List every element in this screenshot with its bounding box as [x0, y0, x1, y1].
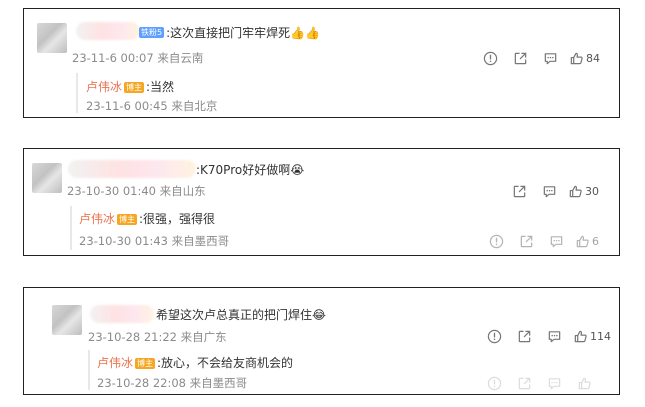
location: 来自山东: [159, 184, 206, 198]
report-icon[interactable]: [479, 374, 509, 392]
comment-text: :这次直接把门牢牢焊死: [166, 26, 291, 40]
comment-text: :K70Pro好好做啊: [196, 163, 291, 177]
crying-emoji: 😭: [290, 163, 305, 177]
laughing-emoji: 😂: [312, 308, 327, 322]
like-icon[interactable]: 114: [573, 327, 611, 345]
reply-divider: [88, 350, 90, 390]
reply-line: 卢伟冰 博主:放心，不会给友商机会的: [97, 354, 293, 371]
share-icon[interactable]: [509, 374, 539, 392]
share-icon[interactable]: [505, 49, 535, 67]
reply-author[interactable]: 卢伟冰: [86, 80, 122, 94]
comment-actions: 30: [504, 182, 599, 200]
like-count: 30: [585, 184, 599, 198]
reply-divider: [76, 73, 78, 113]
reply-actions: 6: [481, 232, 599, 250]
comment-icon[interactable]: [541, 232, 571, 250]
author-badge: 博主: [124, 82, 145, 93]
share-icon[interactable]: [511, 232, 541, 250]
like-icon[interactable]: 84: [569, 49, 600, 67]
comment-actions: 114: [479, 327, 611, 345]
comment-icon[interactable]: [539, 374, 569, 392]
author-badge: 博主: [135, 358, 156, 369]
comment-line: 铁粉5:这次直接把门牢牢焊死👍👍: [139, 24, 320, 41]
like-icon[interactable]: 30: [568, 182, 599, 200]
reply-author[interactable]: 卢伟冰: [79, 212, 115, 226]
reply-text: :放心，不会给友商机会的: [157, 356, 294, 370]
timestamp: 23-10-28 22:08: [97, 376, 186, 390]
blurred-username[interactable]: [76, 22, 140, 40]
timestamp: 23-11-6 00:45: [86, 99, 168, 113]
location: 来自广东: [180, 330, 227, 344]
comment-card: 希望这次卢总真正的把门焊住😂 23-10-28 21:22 来自广东 114 卢…: [23, 287, 620, 395]
reply-divider: [70, 206, 72, 250]
report-icon[interactable]: [475, 49, 505, 67]
reply-author[interactable]: 卢伟冰: [97, 356, 133, 370]
timestamp: 23-10-30 01:43: [79, 234, 168, 248]
like-count: 84: [586, 51, 600, 65]
comment-card: 铁粉5:这次直接把门牢牢焊死👍👍 23-11-6 00:07 来自云南 84 卢…: [23, 8, 620, 118]
blurred-username[interactable]: [68, 160, 196, 178]
comment-meta: 23-10-30 01:40 来自山东: [67, 183, 206, 199]
like-icon[interactable]: 6: [575, 232, 599, 250]
reply-line: 卢伟冰 博主:很强，强得很: [79, 210, 215, 227]
thumbs-up-emoji: 👍👍: [290, 26, 321, 40]
reply-text: :很强，强得很: [139, 212, 216, 226]
reply-actions: [479, 374, 599, 392]
reply-meta: 23-10-28 22:08 来自墨西哥: [97, 375, 247, 391]
location: 来自北京: [171, 99, 218, 113]
like-count: 114: [590, 329, 611, 343]
avatar[interactable]: [32, 163, 62, 193]
comment-icon[interactable]: [539, 327, 569, 345]
comment-icon[interactable]: [535, 49, 565, 67]
author-badge: 博主: [117, 214, 138, 225]
like-icon[interactable]: [569, 374, 599, 392]
comment-card: :K70Pro好好做啊😭 23-10-30 01:40 来自山东 30 卢伟冰博…: [23, 148, 620, 256]
avatar[interactable]: [37, 23, 67, 53]
like-count: 6: [592, 234, 599, 248]
comment-meta: 23-11-6 00:07 来自云南: [72, 50, 203, 66]
location: 来自云南: [157, 51, 204, 65]
location: 来自墨西哥: [171, 234, 230, 248]
comment-text: 希望这次卢总真正的把门焊住: [156, 308, 313, 322]
timestamp: 23-10-28 21:22: [88, 330, 177, 344]
report-icon[interactable]: [479, 327, 509, 345]
fan-badge: 铁粉5: [139, 27, 165, 38]
report-icon[interactable]: [481, 232, 511, 250]
reply-meta: 23-10-30 01:43 来自墨西哥: [79, 233, 229, 249]
reply-text: :当然: [146, 80, 175, 94]
timestamp: 23-10-30 01:40: [67, 184, 156, 198]
reply-line: 卢伟冰 博主:当然: [86, 78, 174, 95]
timestamp: 23-11-6 00:07: [72, 51, 154, 65]
reply-meta: 23-11-6 00:45 来自北京: [86, 98, 217, 114]
comment-line: 希望这次卢总真正的把门焊住😂: [156, 306, 326, 323]
avatar[interactable]: [52, 305, 82, 335]
comment-meta: 23-10-28 21:22 来自广东: [88, 329, 227, 345]
blurred-username[interactable]: [90, 305, 154, 323]
share-icon[interactable]: [509, 327, 539, 345]
location: 来自墨西哥: [189, 376, 248, 390]
comment-icon[interactable]: [534, 182, 564, 200]
share-icon[interactable]: [504, 182, 534, 200]
comment-line: :K70Pro好好做啊😭: [196, 161, 304, 178]
comment-actions: 84: [475, 49, 600, 67]
